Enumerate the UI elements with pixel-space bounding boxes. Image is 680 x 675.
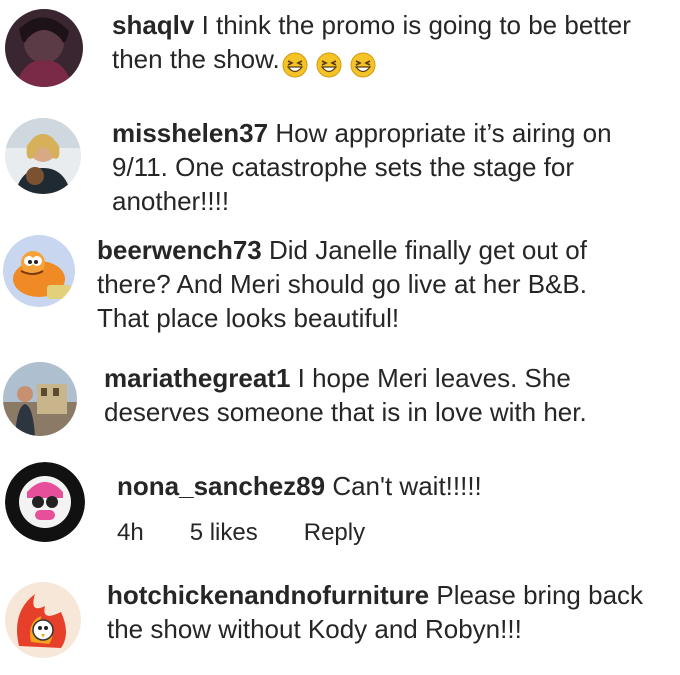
comment-text: hotchickenandnofurniture Please bring ba… bbox=[107, 578, 647, 646]
avatar-photo bbox=[3, 235, 75, 307]
avatar[interactable] bbox=[5, 9, 83, 87]
username-link[interactable]: beerwench73 bbox=[97, 235, 262, 265]
comment-actions: 4h 5 likes Reply bbox=[117, 519, 365, 547]
avatar-photo bbox=[5, 582, 81, 658]
comment-body: Can't wait!!!!! bbox=[325, 471, 482, 501]
avatar[interactable] bbox=[5, 582, 81, 658]
username-link[interactable]: mariathegreat1 bbox=[104, 363, 290, 393]
username-link[interactable]: misshelen37 bbox=[112, 118, 268, 148]
comment-text: misshelen37 How appropriate it’s airing … bbox=[112, 116, 652, 218]
avatar[interactable] bbox=[3, 235, 75, 307]
comment-text: mariathegreat1 I hope Meri leaves. She d… bbox=[104, 361, 634, 429]
avatar-photo bbox=[5, 9, 83, 87]
avatar[interactable] bbox=[5, 118, 81, 194]
comment-text: beerwench73 Did Janelle finally get out … bbox=[97, 233, 617, 335]
avatar[interactable] bbox=[3, 362, 77, 436]
username-link[interactable]: hotchickenandnofurniture bbox=[107, 580, 429, 610]
grinning-squint-face-icon bbox=[316, 52, 342, 78]
avatar-photo bbox=[5, 462, 85, 542]
comment-text: nona_sanchez89 Can't wait!!!!! bbox=[117, 469, 637, 503]
likes-count[interactable]: 5 likes bbox=[190, 519, 258, 547]
avatar-photo bbox=[5, 118, 81, 194]
avatar[interactable] bbox=[5, 462, 85, 542]
comment-text: shaqlv I think the promo is going to be … bbox=[112, 8, 632, 80]
username-link[interactable]: nona_sanchez89 bbox=[117, 471, 325, 501]
username-link[interactable]: shaqlv bbox=[112, 10, 194, 40]
emoji-group bbox=[282, 46, 377, 80]
reply-button[interactable]: Reply bbox=[304, 519, 365, 547]
grinning-squint-face-icon bbox=[350, 52, 376, 78]
avatar-photo bbox=[3, 362, 77, 436]
grinning-squint-face-icon bbox=[282, 52, 308, 78]
comment-timestamp: 4h bbox=[117, 519, 144, 546]
